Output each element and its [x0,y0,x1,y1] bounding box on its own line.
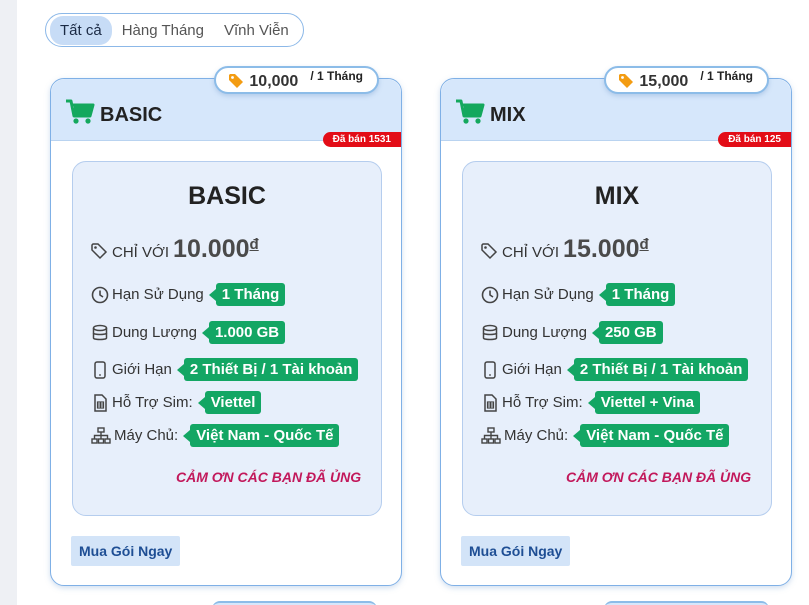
tab-all[interactable]: Tất cả [50,15,112,45]
price-amount: 15.000 [563,235,640,263]
currency-symbol: đ [249,236,259,253]
card-name: MIX [490,104,526,126]
price-prefix: CHỈ VỚI [502,244,560,261]
price-value: 10,000 [249,73,299,90]
price-pill: 15,000 / 1 Tháng [604,66,769,94]
phone-icon [94,360,106,379]
plan-title: MIX [594,182,640,210]
capacity-label: Dung Lượng [502,324,587,341]
price-prefix: CHỈ VỚI [112,244,170,261]
price-amount: 10.000 [173,235,250,263]
plan-card-basic: BASIC 10,000 / 1 Tháng Đã bán 1531 BASIC… [50,66,402,586]
clock-icon [481,286,499,303]
duration-value: 1 Tháng [598,283,676,306]
tag-icon [229,74,244,88]
server-label: Máy Chủ: [504,427,569,444]
buy-button[interactable]: Mua Gói Ngay [461,536,571,566]
sold-badge: Đã bán 125 [718,132,791,147]
capacity-value: 250 GB [591,321,663,344]
thanks-marquee: CẢM ƠN CÁC BẠN ĐÃ ỦNG HỘ [566,469,752,485]
sim-icon [484,393,497,412]
price-value: 15,000 [639,73,689,90]
server-row: Máy Chủ: Việt Nam - Quốc Tế [91,424,340,447]
price-pill: 10,000 / 1 Tháng [214,66,379,94]
cart-icon [66,99,95,124]
duration-row: Hạn Sử Dụng 1 Tháng [481,283,676,306]
capacity-row: Dung Lượng 1.000 GB [91,321,286,344]
price-period: / 1 Tháng [310,69,363,83]
phone-icon [484,360,496,379]
sim-value: Viettel [197,391,262,414]
database-icon [482,324,498,340]
card-name: BASIC [100,104,163,126]
network-icon [91,426,111,444]
buy-button[interactable]: Mua Gói Ngay [71,536,181,566]
sim-row: Hỗ Trợ Sim: Viettel [91,391,262,414]
server-value: Việt Nam - Quốc Tế [183,424,340,447]
duration-label: Hạn Sử Dụng [112,286,204,303]
server-label: Máy Chủ: [114,427,179,444]
tab-monthly[interactable]: Hàng Tháng [112,16,214,45]
plan-card-mix: MIX 15,000 / 1 Tháng Đã bán 125 MIX CHỈ … [440,66,792,586]
limit-row: Giới Hạn 2 Thiết Bị / 1 Tài khoản [91,358,359,381]
limit-value: 2 Thiết Bị / 1 Tài khoản [566,358,749,381]
limit-label: Giới Hạn [112,361,172,378]
duration-value: 1 Tháng [208,283,286,306]
tag-icon [619,74,634,88]
sim-label: Hỗ Trợ Sim: [502,394,583,411]
page-left-strip [0,0,17,605]
plan-title: BASIC [188,182,266,210]
limit-value: 2 Thiết Bị / 1 Tài khoản [176,358,359,381]
cart-icon [456,99,485,124]
sim-icon [94,393,107,412]
limit-label: Giới Hạn [502,361,562,378]
card-header: MIX 15,000 / 1 Tháng Đã bán 125 [441,66,791,147]
server-row: Máy Chủ: Việt Nam - Quốc Tế [481,424,730,447]
sold-badge: Đã bán 1531 [322,132,401,147]
tags-icon [481,242,498,259]
filter-tabs: Tất cả Hàng Tháng Vĩnh Viễn [45,13,304,47]
limit-row: Giới Hạn 2 Thiết Bị / 1 Tài khoản [481,358,749,381]
plan-details: MIX CHỈ VỚI 15.000 đ Hạn Sử Dụng 1 Tháng [462,161,772,516]
price-row: CHỈ VỚI 15.000 đ [481,235,649,264]
duration-row: Hạn Sử Dụng 1 Tháng [91,283,286,306]
price-period: / 1 Tháng [700,69,753,83]
database-icon [92,324,108,340]
next-card-peek [604,601,769,605]
plan-details: BASIC CHỈ VỚI 10.000 đ Hạn Sử Dụng 1 Thá… [72,161,382,516]
card-header: BASIC 10,000 / 1 Tháng Đã bán 1531 [51,66,401,147]
server-value: Việt Nam - Quốc Tế [573,424,730,447]
sim-label: Hỗ Trợ Sim: [112,394,193,411]
tab-lifetime[interactable]: Vĩnh Viễn [214,16,299,45]
thanks-marquee: CẢM ƠN CÁC BẠN ĐÃ ỦNG HỘ [176,469,362,485]
sim-value: Viettel + Vina [587,391,700,414]
tags-icon [91,242,108,259]
next-card-peek [212,601,377,605]
duration-label: Hạn Sử Dụng [502,286,594,303]
capacity-label: Dung Lượng [112,324,197,341]
network-icon [481,426,501,444]
clock-icon [91,286,109,303]
capacity-row: Dung Lượng 250 GB [481,321,663,344]
capacity-value: 1.000 GB [201,321,286,344]
sim-row: Hỗ Trợ Sim: Viettel + Vina [481,391,700,414]
price-row: CHỈ VỚI 10.000 đ [91,235,259,264]
currency-symbol: đ [639,236,649,253]
